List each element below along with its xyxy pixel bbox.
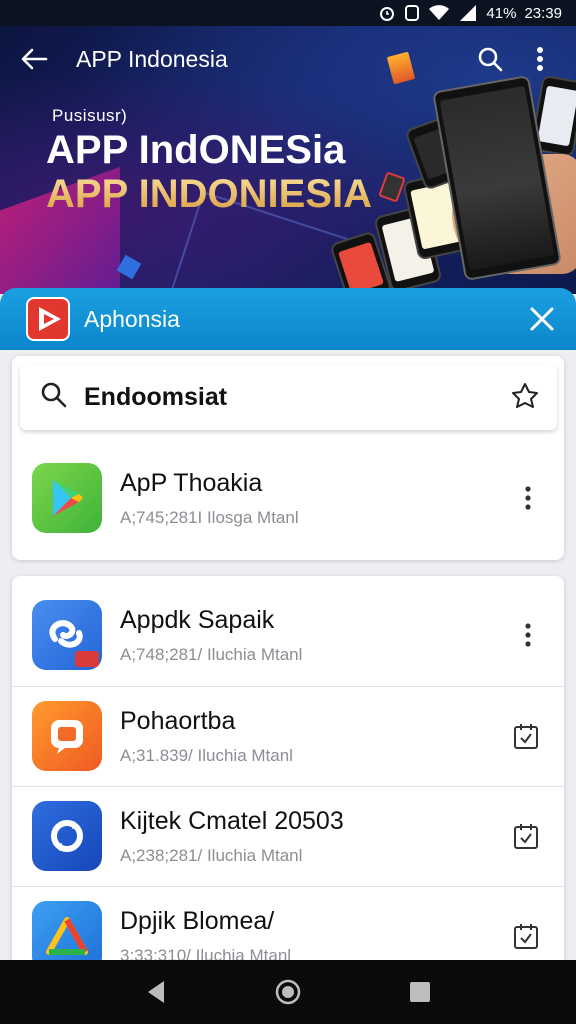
signal-icon bbox=[458, 4, 478, 22]
app-name: Appdk Sapaik bbox=[120, 605, 275, 634]
promo-subtitle: Pusisusr) bbox=[52, 106, 128, 125]
app-list-card: Appdk Sapaik A;748;281/ Iluchia Mtanl Po… bbox=[12, 576, 564, 996]
app-name: Dpjik Blomea/ bbox=[120, 906, 275, 935]
clock: 23:39 bbox=[524, 4, 562, 22]
promo-banner: APP Indonesia Pusisusr) APP IndONESia AP… bbox=[0, 26, 576, 294]
more-vert-icon[interactable] bbox=[512, 478, 544, 518]
promo-headline: APP IndONESia bbox=[46, 128, 346, 172]
search-icon bbox=[40, 381, 68, 414]
list-item[interactable]: Kijtek Cmatel 20503 A;238;281/ Iluchia M… bbox=[12, 786, 564, 886]
app-header-name: Aphonsia bbox=[84, 305, 180, 332]
nav-recents-icon[interactable] bbox=[400, 972, 440, 1012]
nfc-icon bbox=[404, 4, 420, 22]
app-name: Kijtek Cmatel 20503 bbox=[120, 806, 344, 835]
app-name: Pohaortba bbox=[120, 706, 236, 735]
app-meta: A;31.839/ Iluchia Mtanl bbox=[120, 745, 293, 765]
app-swirl-icon bbox=[32, 600, 102, 670]
wifi-icon bbox=[428, 4, 450, 22]
app-sync-icon bbox=[32, 801, 102, 871]
nav-home-icon[interactable] bbox=[268, 972, 308, 1012]
status-bar: 41% 23:39 bbox=[0, 0, 576, 26]
toolbar-title: APP Indonesia bbox=[76, 45, 228, 72]
calendar-icon[interactable] bbox=[508, 918, 544, 954]
app-name: ApP Thoakia bbox=[120, 468, 263, 497]
app-logo-icon bbox=[26, 297, 70, 341]
play-store-icon bbox=[32, 463, 102, 533]
decorative-cube bbox=[378, 171, 406, 203]
back-arrow-icon[interactable] bbox=[18, 43, 50, 75]
search-field[interactable]: Endoomsiat bbox=[20, 364, 557, 430]
promo-headline-gold: APP INDONIESIA bbox=[46, 172, 372, 216]
overflow-menu-icon[interactable] bbox=[522, 41, 558, 77]
close-icon[interactable] bbox=[522, 299, 562, 339]
decorative-shape bbox=[116, 254, 142, 280]
app-chat-bubble-icon bbox=[32, 701, 102, 771]
bookmark-icon[interactable] bbox=[511, 381, 539, 414]
app-meta: A;748;281/ Iluchia Mtanl bbox=[120, 644, 303, 664]
promo-text: Pusisusr) APP IndONESia APP INDONIESIA bbox=[46, 106, 372, 216]
search-query: Endoomsiat bbox=[84, 382, 228, 411]
battery-percent: 41% bbox=[486, 4, 517, 22]
nav-back-icon[interactable] bbox=[136, 972, 176, 1012]
system-nav-bar bbox=[0, 960, 576, 1024]
calendar-icon[interactable] bbox=[508, 818, 544, 854]
calendar-icon[interactable] bbox=[508, 718, 544, 754]
app-meta: A;238;281/ Iluchia Mtanl bbox=[120, 845, 303, 865]
list-item[interactable]: Appdk Sapaik A;748;281/ Iluchia Mtanl bbox=[12, 585, 564, 685]
list-item[interactable]: Pohaortba A;31.839/ Iluchia Mtanl bbox=[12, 686, 564, 786]
more-vert-icon[interactable] bbox=[512, 615, 544, 655]
alarm-icon bbox=[378, 4, 396, 22]
search-icon[interactable] bbox=[472, 41, 508, 77]
list-item-featured[interactable]: ApP Thoakia A;745;281I Ilosga Mtanl bbox=[12, 448, 564, 548]
app-meta: A;745;281I Ilosga Mtanl bbox=[120, 507, 299, 527]
app-search-header: Aphonsia bbox=[0, 288, 576, 350]
